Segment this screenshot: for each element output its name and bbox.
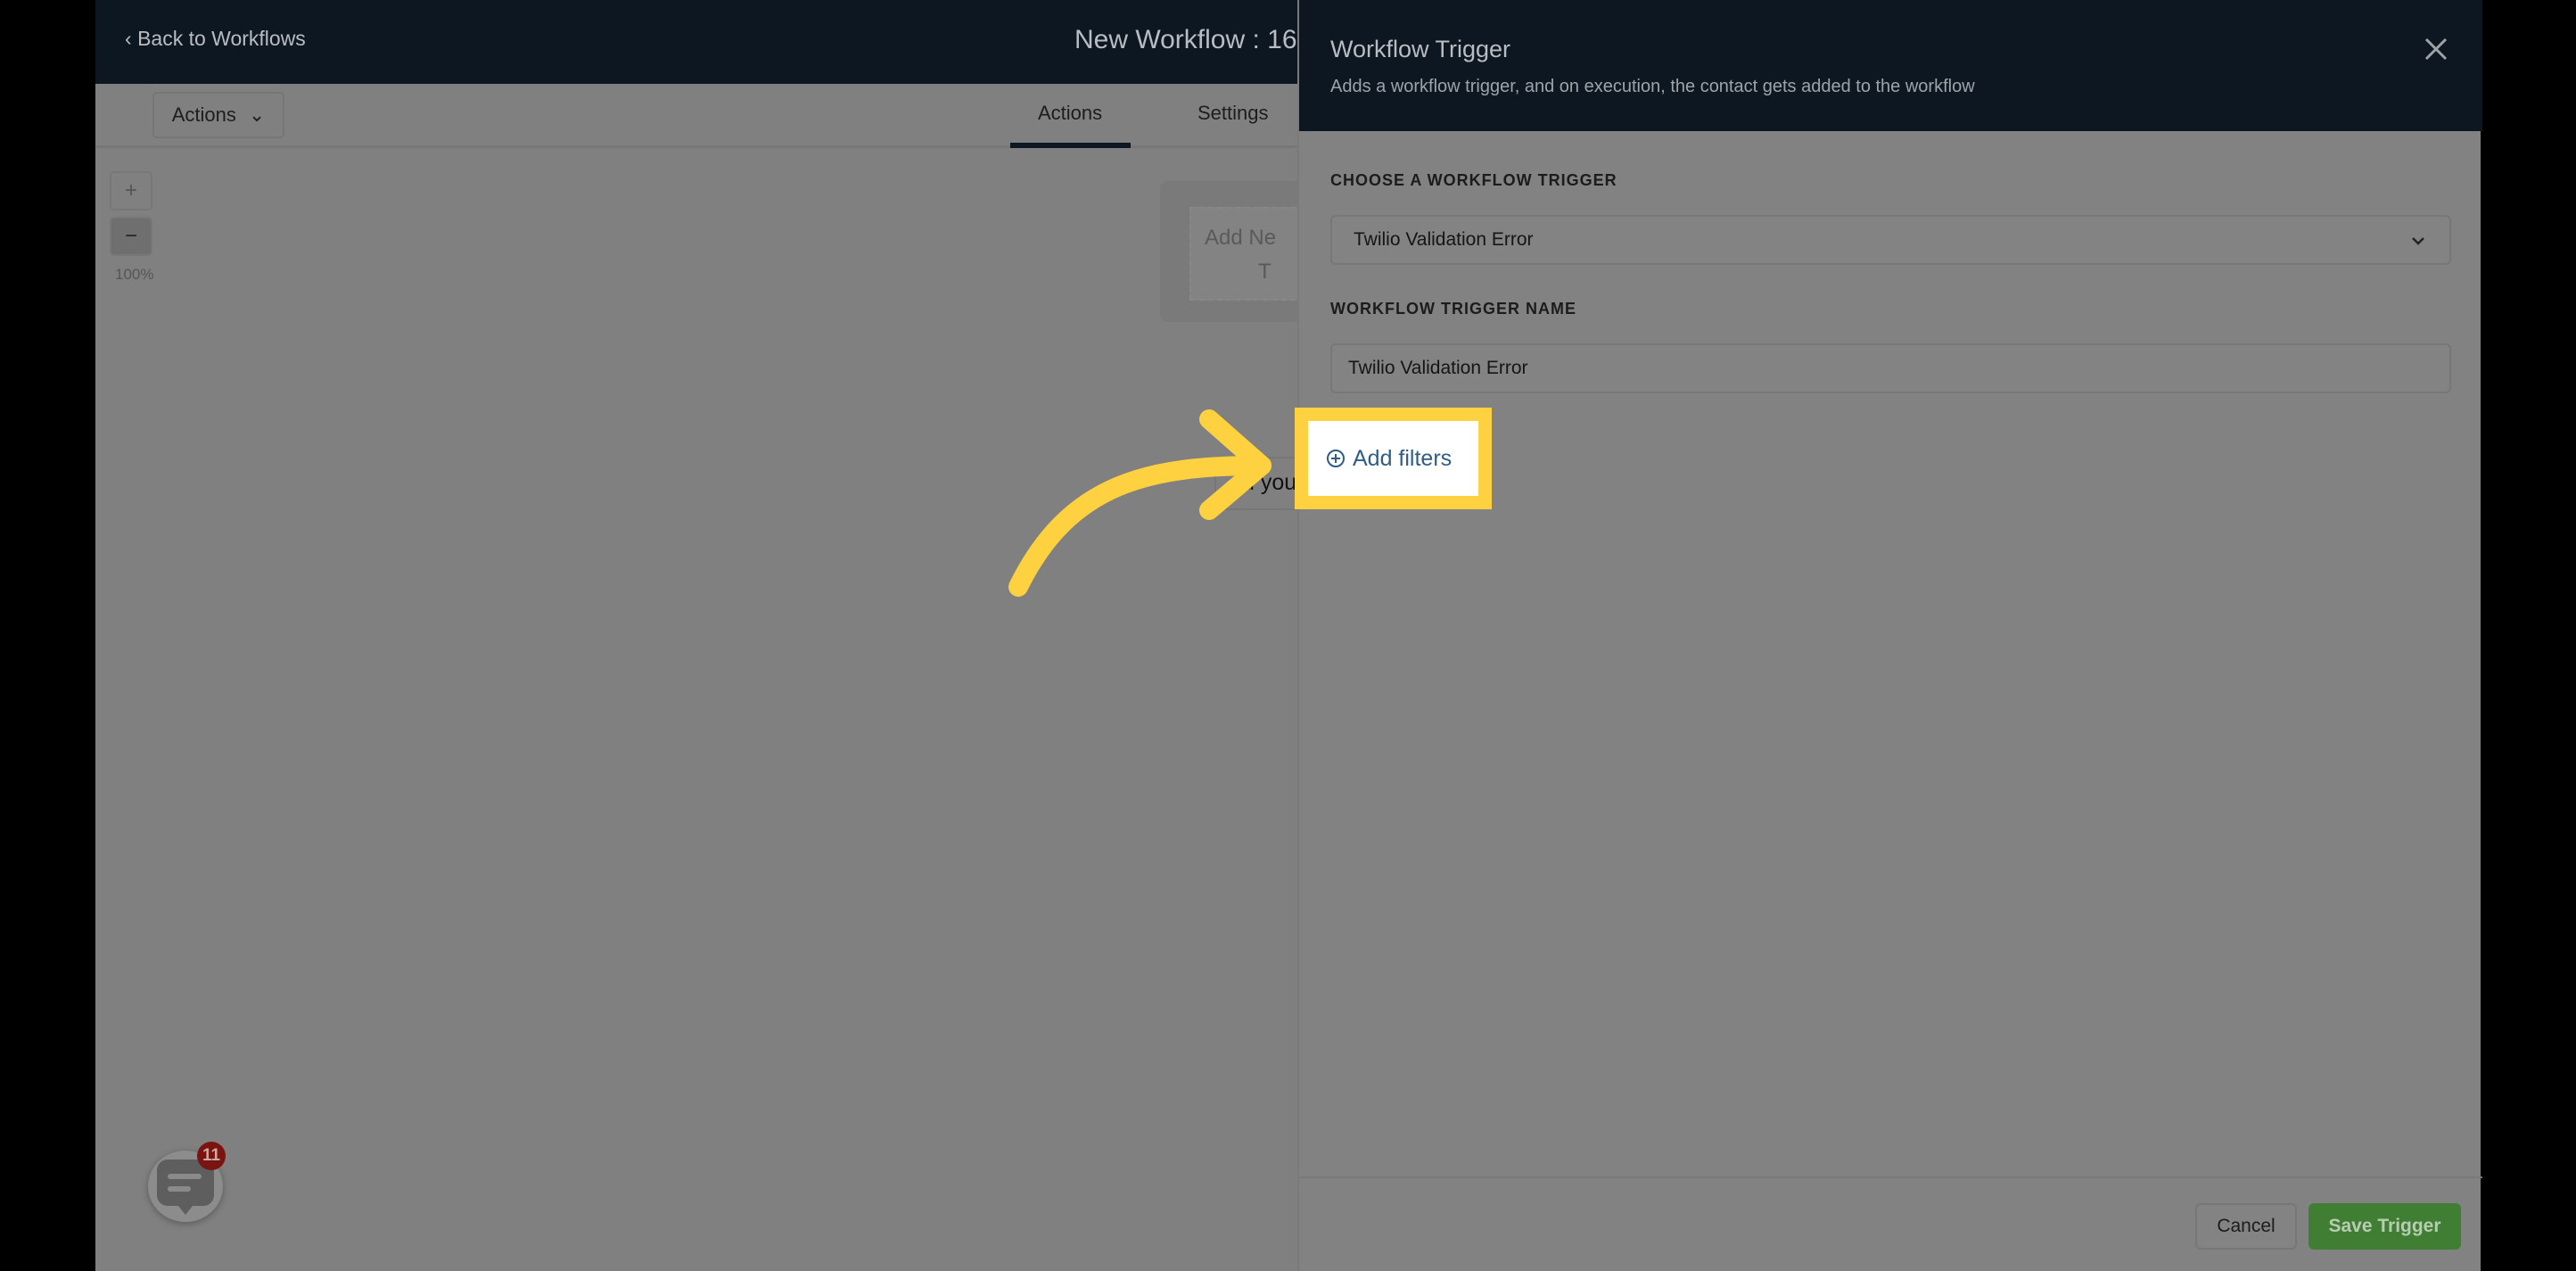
card-text: Add Ne bbox=[1205, 226, 1277, 250]
zoom-in-button[interactable]: + bbox=[110, 171, 152, 210]
highlight-frame: Add filters bbox=[1295, 408, 1492, 509]
add-action-text: d you bbox=[1242, 470, 1297, 495]
panel-subtitle: Adds a workflow trigger, and on executio… bbox=[1330, 77, 1975, 96]
trigger-select-value: Twilio Validation Error bbox=[1354, 229, 1534, 250]
trigger-name-value: Twilio Validation Error bbox=[1348, 358, 1528, 378]
trigger-select[interactable]: Twilio Validation Error bbox=[1330, 215, 2451, 265]
add-trigger-card[interactable]: Add Ne T bbox=[1160, 181, 1314, 322]
trigger-name-label: WORKFLOW TRIGGER NAME bbox=[1330, 300, 1576, 318]
tab-actions[interactable]: Actions bbox=[1038, 102, 1102, 125]
zoom-level: 100% bbox=[115, 266, 154, 283]
workflow-trigger-panel: Workflow Trigger Adds a workflow trigger… bbox=[1295, 0, 2482, 1271]
actions-dropdown-button[interactable]: Actions ⌄ bbox=[152, 92, 284, 138]
card-text-2: T bbox=[1258, 260, 1272, 284]
add-filters-button[interactable]: Add filters bbox=[1308, 421, 1478, 496]
footer-divider bbox=[1299, 1176, 2482, 1178]
back-label: Back to Workflows bbox=[137, 27, 306, 50]
active-tab-indicator bbox=[1010, 143, 1131, 148]
close-icon[interactable] bbox=[2421, 34, 2451, 64]
notification-badge: 11 bbox=[197, 1142, 226, 1170]
add-filters-label: Add filters bbox=[1353, 445, 1453, 471]
chevron-down-icon bbox=[2412, 237, 2424, 245]
actions-label: Actions bbox=[171, 103, 236, 126]
trigger-name-input[interactable]: Twilio Validation Error bbox=[1330, 343, 2451, 393]
workflow-title: New Workflow : 168 bbox=[1074, 25, 1313, 54]
save-trigger-button[interactable]: Save Trigger bbox=[2309, 1203, 2461, 1250]
panel-header: Workflow Trigger Adds a workflow trigger… bbox=[1299, 0, 2482, 131]
panel-title: Workflow Trigger bbox=[1330, 36, 1511, 62]
tab-settings[interactable]: Settings bbox=[1197, 102, 1269, 125]
cancel-button[interactable]: Cancel bbox=[2195, 1203, 2297, 1250]
back-to-workflows-link[interactable]: ‹ Back to Workflows bbox=[125, 27, 306, 51]
zoom-out-button[interactable]: − bbox=[110, 217, 152, 256]
trigger-label: CHOOSE A WORKFLOW TRIGGER bbox=[1330, 171, 1617, 189]
chevron-down-icon: ⌄ bbox=[248, 103, 266, 126]
plus-circle-icon bbox=[1327, 450, 1345, 467]
add-trigger-dropzone[interactable] bbox=[1189, 207, 1314, 301]
